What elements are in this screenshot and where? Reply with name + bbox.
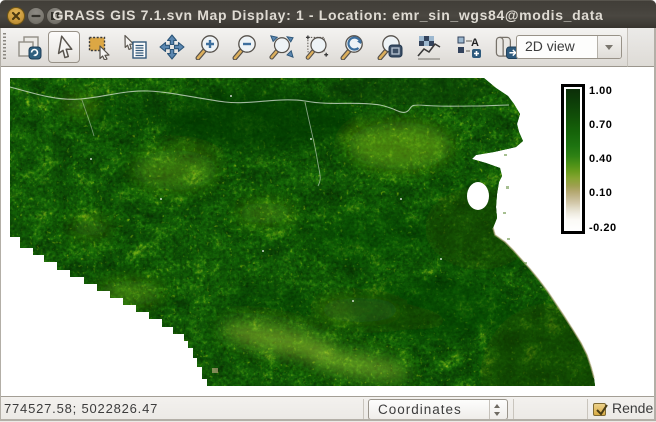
svg-text:A: A xyxy=(471,37,479,49)
